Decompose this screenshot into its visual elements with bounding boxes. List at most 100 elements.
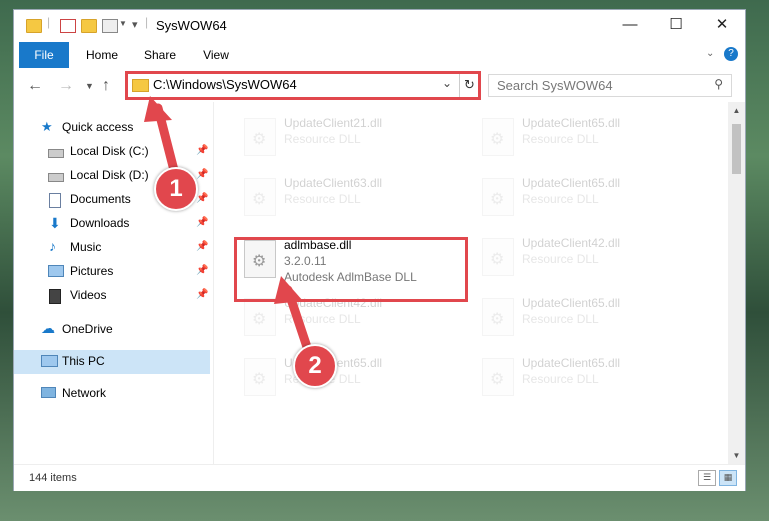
- tab-share[interactable]: Share: [137, 42, 183, 68]
- sidebar-item-pictures[interactable]: Pictures 📌: [14, 260, 210, 284]
- step-2-badge: 2: [293, 344, 337, 388]
- step-1-badge: 1: [154, 167, 198, 211]
- star-icon: ★: [41, 119, 53, 134]
- sidebar-item-label: Downloads: [70, 216, 130, 230]
- properties-icon[interactable]: [60, 19, 76, 33]
- tiles-view-icon[interactable]: ▦: [719, 470, 737, 486]
- file-description: Resource DLL: [284, 312, 361, 326]
- sidebar-item-downloads[interactable]: ⬇ Downloads 📌: [14, 212, 210, 236]
- file-explorer-window: | ▼ ▾ | SysWOW64 — ☐ ✕ File Home Share V…: [14, 10, 745, 491]
- ribbon: File Home Share View ⌄ ?: [14, 42, 745, 69]
- file-name: UpdateClient65.dll: [522, 356, 621, 370]
- pin-icon[interactable]: 📌: [196, 169, 208, 180]
- chevron-down-icon[interactable]: ▼: [119, 19, 127, 28]
- dll-file-icon: [482, 178, 514, 216]
- vertical-scrollbar[interactable]: ▲ ▼: [728, 102, 745, 464]
- chevron-down-icon[interactable]: ⌄: [442, 76, 452, 90]
- maximize-button[interactable]: ☐: [653, 10, 699, 42]
- search-placeholder: Search SysWOW64: [497, 78, 613, 93]
- tab-home[interactable]: Home: [80, 42, 124, 68]
- address-path[interactable]: C:\Windows\SysWOW64: [153, 77, 297, 92]
- download-arrow-icon: ⬇: [49, 215, 61, 231]
- sidebar-item-label: Pictures: [70, 264, 114, 278]
- refresh-button[interactable]: ↻: [459, 74, 479, 97]
- search-icon: ⚲: [714, 77, 723, 91]
- scroll-thumb[interactable]: [732, 124, 741, 174]
- sidebar-item-music[interactable]: ♪ Music 📌: [14, 236, 210, 260]
- sidebar-item-local-disk-c[interactable]: Local Disk (C:) 📌: [14, 140, 210, 164]
- sidebar-item-label: Documents: [70, 192, 131, 206]
- pin-icon[interactable]: 📌: [196, 265, 208, 276]
- cloud-icon: ☁: [41, 320, 55, 336]
- up-button[interactable]: ↑: [102, 77, 110, 95]
- pin-icon[interactable]: 📌: [196, 193, 208, 204]
- scroll-down-arrow-icon[interactable]: ▼: [728, 447, 745, 464]
- expand-ribbon-icon[interactable]: ⌄: [706, 48, 714, 59]
- sidebar-item-label: Network: [62, 386, 107, 400]
- separator: |: [145, 15, 149, 29]
- list-item[interactable]: UpdateClient21.dll Resource DLL: [234, 112, 464, 170]
- pin-icon[interactable]: 📌: [196, 241, 208, 252]
- dll-file-icon: [482, 358, 514, 396]
- file-description: Resource DLL: [284, 132, 361, 146]
- forward-button[interactable]: →: [58, 77, 74, 95]
- address-row: ← → ▼ ↑ C:\Windows\SysWOW64 ⌄ ↻ Search S…: [14, 68, 745, 102]
- network-icon: [41, 387, 56, 398]
- sidebar-item-label: OneDrive: [62, 322, 113, 336]
- dll-file-icon: [482, 298, 514, 336]
- music-note-icon: ♪: [49, 238, 56, 254]
- sidebar-item-label: Quick access: [62, 120, 134, 134]
- sidebar-item-network[interactable]: Network: [14, 382, 210, 406]
- tab-file[interactable]: File: [19, 42, 69, 68]
- dll-file-icon: [482, 238, 514, 276]
- back-button[interactable]: ←: [27, 77, 43, 95]
- navigation-pane: ★ Quick access Local Disk (C:) 📌 Local D…: [14, 102, 214, 464]
- scroll-up-arrow-icon[interactable]: ▲: [728, 102, 745, 119]
- customize-icon[interactable]: [102, 19, 118, 33]
- pin-icon[interactable]: 📌: [196, 145, 208, 156]
- list-item[interactable]: UpdateClient65.dll Resource DLL: [472, 172, 702, 230]
- list-item[interactable]: UpdateClient65.dll Resource DLL: [472, 352, 702, 410]
- tab-view[interactable]: View: [197, 42, 235, 68]
- window-title: SysWOW64: [156, 18, 227, 33]
- minimize-button[interactable]: —: [607, 10, 653, 42]
- list-item[interactable]: UpdateClient65.dll Resource DLL: [234, 352, 464, 410]
- details-view-icon[interactable]: ☰: [698, 470, 716, 486]
- sidebar-item-onedrive[interactable]: ☁ OneDrive: [14, 318, 210, 342]
- pin-icon[interactable]: 📌: [196, 289, 208, 300]
- dll-file-icon: [244, 358, 276, 396]
- quick-access-dropdown-icon[interactable]: ▾: [132, 18, 138, 31]
- address-bar[interactable]: C:\Windows\SysWOW64 ⌄ ↻: [125, 71, 481, 100]
- sidebar-item-videos[interactable]: Videos 📌: [14, 284, 210, 308]
- search-input[interactable]: Search SysWOW64 ⚲: [488, 74, 732, 97]
- close-button[interactable]: ✕: [699, 10, 745, 42]
- videos-icon: [49, 289, 61, 304]
- list-item[interactable]: UpdateClient63.dll Resource DLL: [234, 172, 464, 230]
- file-name: UpdateClient42.dll: [522, 236, 621, 250]
- recent-locations-icon[interactable]: ▼: [85, 81, 94, 91]
- list-item[interactable]: UpdateClient65.dll Resource DLL: [472, 292, 702, 350]
- pin-icon[interactable]: 📌: [196, 217, 208, 228]
- list-item[interactable]: UpdateClient65.dll Resource DLL: [472, 112, 702, 170]
- dll-file-icon: [244, 298, 276, 336]
- file-description: Resource DLL: [522, 192, 599, 206]
- sidebar-item-label: Local Disk (C:): [70, 144, 149, 158]
- file-name: UpdateClient65.dll: [522, 176, 621, 190]
- sidebar-item-this-pc[interactable]: This PC: [14, 350, 210, 374]
- drive-icon: [48, 149, 64, 158]
- computer-icon: [41, 355, 58, 367]
- drive-icon: [48, 173, 64, 182]
- file-name: UpdateClient65.dll: [522, 296, 621, 310]
- list-item[interactable]: UpdateClient42.dll Resource DLL: [472, 232, 702, 290]
- file-name: UpdateClient63.dll: [284, 176, 383, 190]
- file-list: UpdateClient21.dll Resource DLL UpdateCl…: [214, 102, 728, 464]
- folder-icon: [132, 79, 149, 92]
- sidebar-item-label: Local Disk (D:): [70, 168, 149, 182]
- sidebar-item-quick-access[interactable]: ★ Quick access: [14, 116, 210, 140]
- help-icon[interactable]: ?: [724, 47, 738, 61]
- file-name: UpdateClient65.dll: [522, 116, 621, 130]
- sidebar-item-label: Music: [70, 240, 102, 254]
- new-folder-icon[interactable]: [81, 19, 97, 33]
- dll-file-icon: [244, 178, 276, 216]
- file-description: Resource DLL: [522, 372, 599, 386]
